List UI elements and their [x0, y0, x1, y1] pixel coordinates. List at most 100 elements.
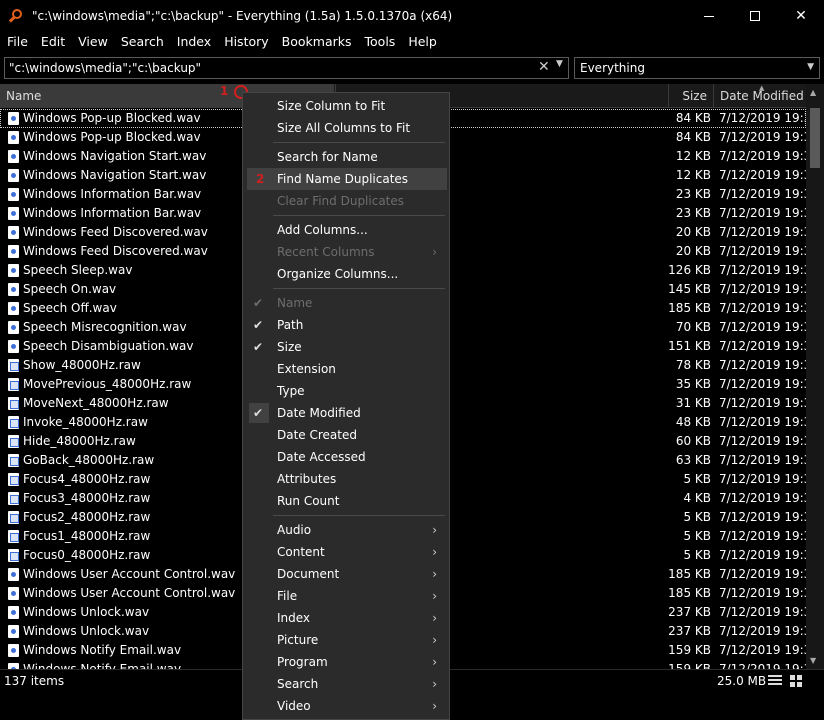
- menu-tools[interactable]: Tools: [358, 32, 402, 52]
- menu-item-video[interactable]: Video ›: [247, 695, 447, 717]
- audio-file-icon: [8, 321, 19, 334]
- menu-item-search-for-name[interactable]: Search for Name: [247, 146, 447, 168]
- menu-item-size[interactable]: ✔ Size: [247, 336, 447, 358]
- menu-item-label: Type: [277, 384, 305, 398]
- chevron-down-icon: ▼: [807, 62, 814, 72]
- cell-size: 5 KB: [683, 529, 711, 543]
- menu-item-picture[interactable]: Picture ›: [247, 629, 447, 651]
- cell-size: 145 KB: [668, 282, 711, 296]
- menu-item-path[interactable]: ✔ Path: [247, 314, 447, 336]
- menu-item-label: Content: [277, 545, 325, 559]
- menu-item-audio[interactable]: Audio ›: [247, 519, 447, 541]
- menu-item-size-all-columns-to-fit[interactable]: Size All Columns to Fit: [247, 117, 447, 139]
- cell-size: 5 KB: [683, 472, 711, 486]
- audio-file-icon: [8, 625, 19, 638]
- menu-item-label: Audio: [277, 523, 312, 537]
- audio-file-icon: [8, 587, 19, 600]
- raw-file-icon: [8, 530, 19, 543]
- menu-search[interactable]: Search: [114, 32, 170, 52]
- menu-item-extension[interactable]: Extension: [247, 358, 447, 380]
- chevron-right-icon: ›: [432, 677, 437, 691]
- checkmark-icon: ✔: [253, 340, 264, 354]
- menu-view[interactable]: View: [71, 32, 114, 52]
- cell-date-modified: 7/12/2019 19:38: [719, 453, 806, 467]
- menu-file[interactable]: File: [0, 32, 34, 52]
- cell-date-modified: 7/12/2019 19:38: [719, 605, 806, 619]
- audio-file-icon: [8, 264, 19, 277]
- cell-date-modified: 7/12/2019 19:38: [719, 567, 806, 581]
- cell-size: 78 KB: [675, 358, 711, 372]
- cell-date-modified: 7/12/2019 19:38: [719, 662, 806, 669]
- menu-item-file[interactable]: File ›: [247, 585, 447, 607]
- cell-date-modified: 7/12/2019 19:38: [719, 358, 806, 372]
- details-view-icon[interactable]: [768, 675, 782, 687]
- maximize-button[interactable]: [732, 0, 778, 32]
- audio-file-icon: [8, 568, 19, 581]
- menu-item-clear-find-duplicates: Clear Find Duplicates: [247, 190, 447, 212]
- chevron-right-icon: ›: [432, 655, 437, 669]
- menu-item-program[interactable]: Program ›: [247, 651, 447, 673]
- chevron-right-icon: ›: [432, 567, 437, 581]
- cell-date-modified: 7/12/2019 19:38: [719, 510, 806, 524]
- audio-file-icon: [8, 131, 19, 144]
- menu-index[interactable]: Index: [170, 32, 217, 52]
- cell-size: 4 KB: [683, 491, 711, 505]
- cell-date-modified: 7/12/2019 19:38: [719, 415, 806, 429]
- menu-item-type[interactable]: Type: [247, 380, 447, 402]
- clear-search-icon[interactable]: ✕: [538, 59, 550, 75]
- chevron-right-icon: ›: [432, 523, 437, 537]
- menu-item-document[interactable]: Document ›: [247, 563, 447, 585]
- menu-item-find-name-duplicates[interactable]: Find Name Duplicates 2: [247, 168, 447, 190]
- close-button[interactable]: ✕: [778, 0, 824, 32]
- menu-bookmarks[interactable]: Bookmarks: [275, 32, 358, 52]
- menu-item-label: Attributes: [277, 472, 337, 486]
- cell-date-modified: 7/12/2019 19:39: [719, 111, 806, 125]
- menu-item-size-column-to-fit[interactable]: Size Column to Fit: [247, 95, 447, 117]
- cell-size: 185 KB: [668, 567, 711, 581]
- cell-size: 63 KB: [675, 453, 711, 467]
- menu-item-index[interactable]: Index ›: [247, 607, 447, 629]
- menu-item-label: Run Count: [277, 494, 340, 508]
- menu-item-label: Program: [277, 655, 328, 669]
- menu-item-organize-columns[interactable]: Organize Columns...: [247, 263, 447, 285]
- scrollbar-thumb[interactable]: [810, 108, 820, 168]
- menu-item-search[interactable]: Search ›: [247, 673, 447, 695]
- menu-bar: File Edit View Search Index History Bookmarks T…: [0, 32, 824, 52]
- raw-file-icon: [8, 416, 19, 429]
- cell-date-modified: 7/12/2019 19:38: [719, 624, 806, 638]
- scroll-down-icon[interactable]: ▼: [810, 656, 816, 665]
- cell-size: 31 KB: [675, 396, 711, 410]
- menu-history[interactable]: History: [217, 32, 274, 52]
- step-marker-1: 1: [220, 84, 229, 98]
- minimize-button[interactable]: [686, 0, 732, 32]
- menu-item-date-accessed[interactable]: Date Accessed: [247, 446, 447, 468]
- menu-edit[interactable]: Edit: [34, 32, 71, 52]
- raw-file-icon: [8, 511, 19, 524]
- menu-help[interactable]: Help: [401, 32, 443, 52]
- search-input[interactable]: "c:\windows\media";"c:\backup" ✕ ▼: [4, 57, 569, 79]
- filter-select[interactable]: Everything ▼: [574, 57, 820, 79]
- cell-size: 60 KB: [675, 434, 711, 448]
- menu-item-date-created[interactable]: Date Created: [247, 424, 447, 446]
- audio-file-icon: [8, 112, 19, 125]
- menu-item-date-modified[interactable]: ✔ Date Modified: [247, 402, 447, 424]
- menu-item-name: ✔ Name: [247, 292, 447, 314]
- cell-date-modified: 7/12/2019 19:38: [719, 548, 806, 562]
- menu-item-add-columns[interactable]: Add Columns...: [247, 219, 447, 241]
- menu-item-attributes[interactable]: Attributes: [247, 468, 447, 490]
- audio-file-icon: [8, 207, 19, 220]
- scroll-up-icon[interactable]: ▲: [810, 88, 816, 97]
- chevron-right-icon: ›: [432, 611, 437, 625]
- menu-item-run-count[interactable]: Run Count: [247, 490, 447, 512]
- cell-date-modified: 7/12/2019 19:39: [719, 244, 806, 258]
- status-total-size: 25.0 MB: [717, 674, 767, 688]
- audio-file-icon: [8, 283, 19, 296]
- column-size[interactable]: Size: [668, 84, 713, 108]
- menu-item-label: Extension: [277, 362, 336, 376]
- window-title: "c:\windows\media";"c:\backup" - Everyth…: [32, 9, 453, 23]
- thumbnail-view-icon[interactable]: [790, 675, 803, 687]
- audio-file-icon: [8, 188, 19, 201]
- search-history-dropdown-icon[interactable]: ▼: [556, 59, 563, 69]
- menu-item-content[interactable]: Content ›: [247, 541, 447, 563]
- vertical-scrollbar[interactable]: ▲ ▼: [806, 84, 824, 669]
